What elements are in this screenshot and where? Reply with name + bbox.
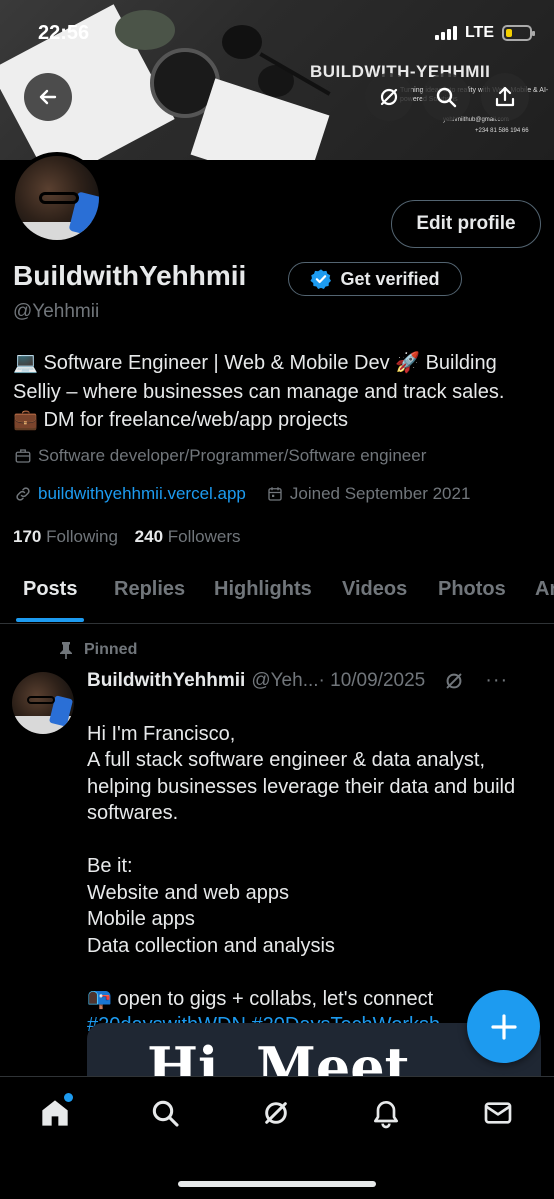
- bio-line: 💻 Software Engineer | Web & Mobile Dev 🚀…: [13, 352, 497, 374]
- nav-messages[interactable]: [478, 1093, 518, 1133]
- followers-count: 240: [134, 527, 164, 546]
- get-verified-button[interactable]: Get verified: [288, 262, 462, 296]
- post-author-avatar[interactable]: [12, 672, 74, 734]
- signal-icon: [434, 26, 457, 40]
- plus-icon: [490, 1013, 517, 1040]
- verified-badge-icon: [310, 269, 332, 289]
- bell-icon: [374, 1101, 398, 1129]
- post-text[interactable]: Hi I'm Francisco, A full stack software …: [87, 694, 527, 1039]
- banner-plant: [115, 10, 175, 50]
- tab-posts[interactable]: Posts: [23, 578, 77, 601]
- following-label: Following: [46, 527, 118, 546]
- mail-icon: [484, 1102, 512, 1124]
- more-options-icon[interactable]: ···: [485, 669, 508, 692]
- status-time: 22:56: [38, 22, 90, 44]
- profile-meta-row: buildwithyehhmii.vercel.app Joined Septe…: [14, 484, 470, 504]
- profile-bio: 💻 Software Engineer | Web & Mobile Dev 🚀…: [13, 349, 543, 435]
- profile-avatar[interactable]: [11, 152, 103, 244]
- grok-icon: [265, 1102, 287, 1124]
- network-type: LTE: [464, 24, 494, 41]
- home-indicator[interactable]: [178, 1181, 376, 1187]
- bio-line: Selliy – where businesses can manage and…: [13, 380, 505, 403]
- share-icon: [495, 86, 515, 107]
- tab-replies[interactable]: Replies: [114, 578, 185, 601]
- grok-icon: [380, 88, 398, 106]
- battery-icon: [502, 25, 535, 41]
- search-icon: [436, 87, 457, 108]
- post-date[interactable]: · 10/09/2025: [319, 670, 426, 692]
- calendar-icon: [268, 487, 282, 501]
- notification-dot: [64, 1093, 73, 1102]
- nav-search[interactable]: [145, 1093, 185, 1133]
- profile-tabs: Posts Replies Highlights Videos Photos A…: [0, 566, 554, 624]
- post-text-content: Hi I'm Francisco, A full stack software …: [87, 722, 516, 1010]
- nav-notifications[interactable]: [366, 1093, 406, 1133]
- following-link[interactable]: 170 Following: [13, 527, 118, 546]
- back-arrow-icon: [39, 89, 57, 105]
- pin-icon: [60, 642, 72, 659]
- profile-handle: @Yehhmii: [13, 301, 100, 322]
- nav-grok[interactable]: [256, 1093, 296, 1133]
- get-verified-label: Get verified: [340, 268, 440, 289]
- search-icon: [152, 1100, 179, 1127]
- grok-button[interactable]: [365, 73, 413, 121]
- briefcase-icon: [15, 449, 31, 463]
- active-tab-indicator: [16, 618, 84, 622]
- follow-stats: 170 Following 240 Followers: [13, 527, 241, 547]
- post-author-handle[interactable]: @Yeh...: [251, 670, 318, 692]
- profile-display-name: BuildwithYehhmii: [13, 260, 247, 291]
- profession-text: Software developer/Programmer/Software e…: [38, 446, 427, 465]
- search-button[interactable]: [422, 73, 470, 121]
- tab-articles[interactable]: Ar: [535, 578, 554, 601]
- bio-line: 💼 DM for freelance/web/app projects: [13, 409, 349, 431]
- link-icon: [16, 487, 30, 501]
- banner-stone: [222, 25, 262, 59]
- following-count: 170: [13, 527, 42, 546]
- banner-notebook: [190, 78, 330, 160]
- post-header: BuildwithYehhmii @Yeh... · 10/09/2025 ··…: [87, 669, 542, 692]
- tab-photos[interactable]: Photos: [438, 578, 506, 601]
- tab-videos[interactable]: Videos: [342, 578, 407, 601]
- back-button[interactable]: [24, 73, 72, 121]
- post-author-name[interactable]: BuildwithYehhmii: [87, 670, 245, 692]
- edit-profile-button[interactable]: Edit profile: [391, 200, 541, 248]
- website-link[interactable]: buildwithyehhmii.vercel.app: [38, 484, 246, 504]
- nav-home[interactable]: [35, 1093, 75, 1133]
- joined-date: Joined September 2021: [289, 484, 471, 503]
- tab-highlights[interactable]: Highlights: [214, 578, 312, 601]
- profile-profession: Software developer/Programmer/Software e…: [14, 446, 426, 466]
- followers-link[interactable]: 240 Followers: [135, 527, 241, 546]
- banner-phone: +234 81 586 194 66: [475, 128, 529, 134]
- share-button[interactable]: [481, 73, 529, 121]
- pinned-label: Pinned: [58, 641, 137, 659]
- grok-icon[interactable]: [443, 670, 465, 692]
- compose-button[interactable]: [467, 990, 540, 1063]
- followers-label: Followers: [167, 527, 241, 546]
- status-indicators: LTE: [434, 24, 535, 42]
